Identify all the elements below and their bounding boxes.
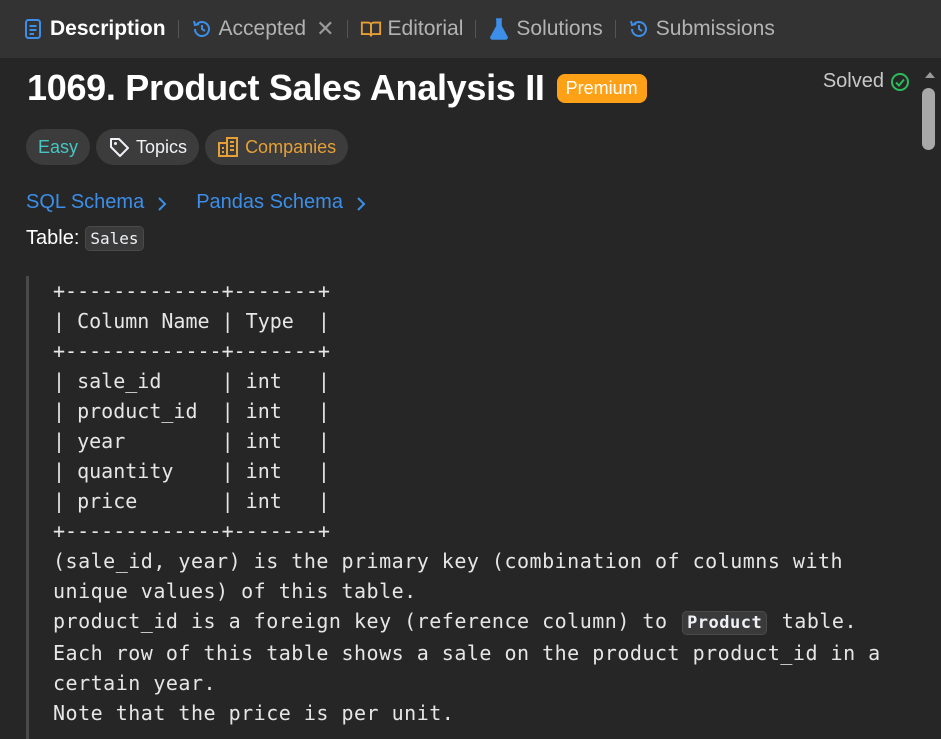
note-price: Note that the price is per unit. [53,701,455,725]
topics-label: Topics [136,136,188,157]
sql-schema-label: SQL Schema [26,191,145,213]
tab-submissions[interactable]: Submissions [620,14,783,44]
tab-solutions[interactable]: Solutions [480,14,610,44]
tab-label: Accepted [218,17,307,40]
note-row-meaning: Each row of this table shows a sale on t… [53,641,894,695]
scroll-up-arrow-icon[interactable] [925,72,935,78]
tab-divider [346,20,348,38]
history-icon [628,18,650,40]
title-row: 1069. Product Sales Analysis II Premium [27,64,907,112]
scrollbar-thumb[interactable] [922,88,935,150]
note-foreign-key: product_id is a foreign key (reference c… [53,606,906,638]
chevron-right-icon [355,195,367,211]
table-border: +-------------+-------+ [53,519,330,543]
table-row: | product_id | int | [53,399,330,423]
product-table-code: Product [682,611,768,635]
companies-chip[interactable]: Companies [205,129,349,165]
tab-label: Editorial [387,17,464,40]
table-label: Table: Sales [26,226,144,251]
tab-divider [177,20,179,38]
tab-divider [614,20,616,38]
tab-editorial[interactable]: Editorial [352,14,472,44]
pandas-schema-link[interactable]: Pandas Schema [196,191,367,214]
tag-icon [108,136,130,158]
document-icon [22,18,44,40]
companies-label: Companies [245,136,337,157]
sql-schema-link[interactable]: SQL Schema [26,191,168,214]
premium-badge: Premium [556,73,647,103]
note-primary-key: (sale_id, year) is the primary key (comb… [53,549,856,603]
chip-row: Easy Topics Companies [26,129,349,165]
tab-bar: Description Accepted ✕ Editorial Solutio… [0,0,941,58]
solved-status: Solved [823,70,910,93]
problem-title[interactable]: 1069. Product Sales Analysis II [27,67,545,109]
check-circle-icon [890,72,910,92]
tab-divider [475,20,477,38]
table-name-code: Sales [85,226,144,251]
close-icon[interactable]: ✕ [316,16,334,42]
book-icon [360,18,382,40]
table-border: +-------------+-------+ [53,279,330,303]
scrollbar[interactable] [918,58,941,739]
pandas-schema-label: Pandas Schema [196,191,343,213]
table-header-row: | Column Name | Type | [53,309,330,333]
table-row: | year | int | [53,429,330,453]
tab-label: Description [50,17,166,40]
flask-icon [488,18,510,40]
history-icon [191,18,213,40]
table-row: | sale_id | int | [53,369,330,393]
table-row: | quantity | int | [53,459,330,483]
topics-chip[interactable]: Topics [96,129,200,165]
tab-accepted[interactable]: Accepted ✕ [183,14,343,44]
chevron-right-icon [156,195,168,211]
schema-links: SQL Schema Pandas Schema [26,191,395,214]
table-label-text: Table: [26,227,80,249]
description-panel: 1069. Product Sales Analysis II Premium … [0,58,918,739]
difficulty-chip: Easy [26,129,91,165]
schema-code-block: +-------------+-------+ | Column Name | … [26,276,906,739]
difficulty-label: Easy [38,136,79,157]
tab-label: Solutions [516,17,603,40]
tab-description[interactable]: Description [14,14,174,44]
note-text: product_id is a foreign key (reference c… [53,609,681,633]
tab-label: Submissions [655,17,775,40]
solved-label: Solved [822,70,884,92]
table-row: | price | int | [53,489,330,513]
note-text: table. [769,609,858,633]
table-border: +-------------+-------+ [53,339,330,363]
building-icon [217,136,239,158]
